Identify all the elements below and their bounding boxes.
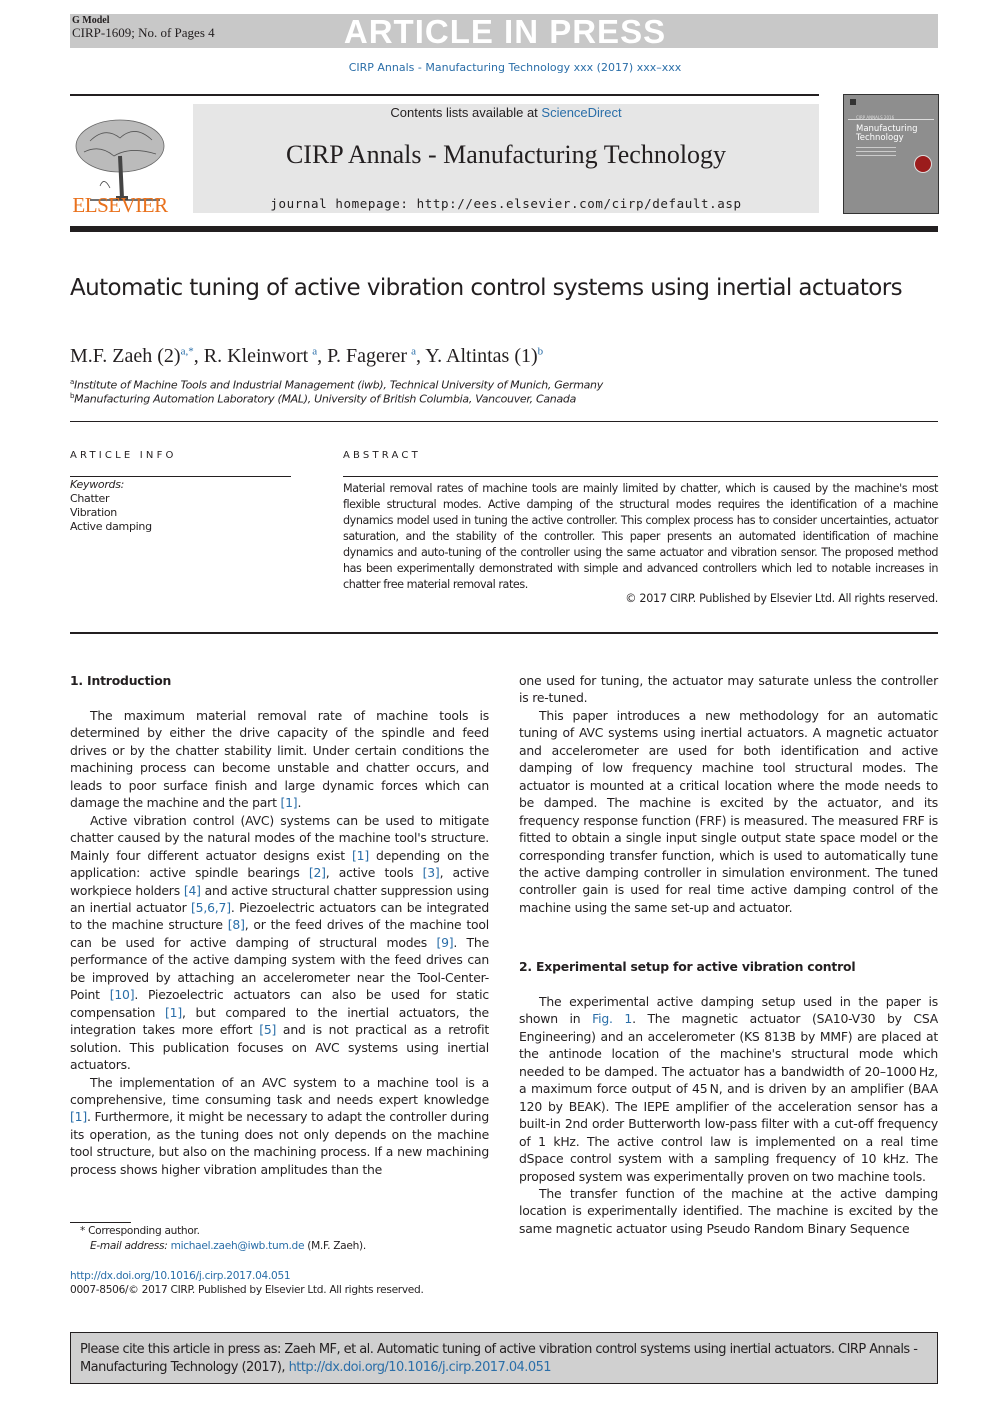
journal-cover-thumbnail[interactable]: CIRP ANNALS 2016 Manufacturing Technology xyxy=(843,94,939,214)
divider xyxy=(70,632,938,634)
text-run: . xyxy=(297,795,302,811)
affiliation: aInstitute of Machine Tools and Industri… xyxy=(70,378,603,392)
divider xyxy=(343,476,938,477)
body-column-left: The maximum material removal rate of mac… xyxy=(70,707,489,1178)
citation-link[interactable]: [5] xyxy=(259,1022,276,1037)
email-note: E-mail address: michael.zaeh@iwb.tum.de … xyxy=(90,1240,366,1252)
homepage-url-link[interactable]: http://ees.elsevier.com/cirp/default.asp xyxy=(417,196,742,211)
text-run: . The magnetic actuator (SA10-V30 by CSA… xyxy=(519,1011,939,1184)
running-head: CIRP Annals - Manufacturing Technology x… xyxy=(348,61,682,74)
section-heading-experimental-setup: 2. Experimental setup for active vibrati… xyxy=(519,959,856,974)
author-separator: , xyxy=(317,345,328,367)
paragraph: Active vibration control (AVC) systems c… xyxy=(70,812,489,1074)
journal-homepage-line: journal homepage: http://ees.elsevier.co… xyxy=(193,196,819,211)
article-info-heading: ARTICLE INFO xyxy=(70,450,177,461)
cover-title: Manufacturing Technology xyxy=(856,125,918,143)
header-bottom-rule xyxy=(70,226,938,232)
author-separator: , xyxy=(193,345,204,367)
doi-link[interactable]: http://dx.doi.org/10.1016/j.cirp.2017.04… xyxy=(70,1270,291,1282)
keyword: Chatter xyxy=(70,492,110,505)
author-list: M.F. Zaeh (2)a,*, R. Kleinwort a, P. Fag… xyxy=(70,345,543,368)
abstract-heading: ABSTRACT xyxy=(343,450,421,461)
affiliation-text: Manufacturing Automation Laboratory (MAL… xyxy=(74,392,577,406)
paragraph: The experimental active damping setup us… xyxy=(519,993,938,1185)
abstract-text: Material removal rates of machine tools … xyxy=(343,482,938,591)
paragraph: The implementation of an AVC system to a… xyxy=(70,1074,489,1179)
citation-link[interactable]: [4] xyxy=(184,883,201,898)
cite-doi-link[interactable]: http://dx.doi.org/10.1016/j.cirp.2017.04… xyxy=(289,1360,552,1375)
keyword: Vibration xyxy=(70,506,117,519)
paragraph-continuation: one used for tuning, the actuator may sa… xyxy=(519,673,938,706)
citation-link[interactable]: [1] xyxy=(352,848,369,863)
article-title: Automatic tuning of active vibration con… xyxy=(70,275,903,301)
keywords-label: Keywords: xyxy=(70,478,125,491)
citation-link[interactable]: [2] xyxy=(309,865,326,880)
abstract-copyright: © 2017 CIRP. Published by Elsevier Ltd. … xyxy=(625,592,938,605)
elsevier-wordmark: ELSEVIER xyxy=(72,193,168,217)
text-run: , active tools xyxy=(325,865,423,881)
email-label: E-mail address: xyxy=(90,1240,171,1252)
paragraph: The transfer function of the machine at … xyxy=(519,1185,938,1236)
corresponding-author-note: * Corresponding author. xyxy=(80,1225,200,1237)
cover-title-line2: Technology xyxy=(856,133,904,143)
author: P. Fagerer xyxy=(327,345,408,367)
cover-publisher-icon xyxy=(850,99,856,105)
contents-available-line: Contents lists available at ScienceDirec… xyxy=(193,105,819,120)
citation-link[interactable]: [1] xyxy=(165,1005,182,1020)
article-in-press-text: ARTICLE IN PRESS xyxy=(343,13,667,50)
figure-link[interactable]: Fig. 1 xyxy=(592,1011,632,1026)
section-heading-introduction: 1. Introduction xyxy=(70,673,172,688)
author-affil-mark[interactable]: a,* xyxy=(181,345,194,357)
affiliation-text: Institute of Machine Tools and Industria… xyxy=(74,378,603,392)
divider xyxy=(70,476,291,477)
author-affil-mark[interactable]: b xyxy=(538,345,544,357)
cover-series: CIRP ANNALS 2016 xyxy=(856,115,895,120)
author: Y. Altintas (1) xyxy=(425,345,538,367)
email-suffix: (M.F. Zaeh). xyxy=(304,1240,366,1252)
paragraph: The maximum material removal rate of mac… xyxy=(70,707,489,812)
affiliation: bManufacturing Automation Laboratory (MA… xyxy=(70,392,576,406)
body-column-right: one used for tuning, the actuator may sa… xyxy=(519,672,938,916)
header-top-rule xyxy=(70,94,819,96)
divider xyxy=(70,421,938,422)
cover-text-line xyxy=(856,155,896,156)
journal-name: CIRP Annals - Manufacturing Technology xyxy=(285,140,727,169)
citation-link[interactable]: [1] xyxy=(280,795,297,810)
cover-text-line xyxy=(856,147,896,148)
citation-link[interactable]: [10] xyxy=(110,987,135,1002)
keyword: Active damping xyxy=(70,520,152,533)
contents-prefix: Contents lists available at xyxy=(390,105,542,120)
cover-text-line xyxy=(856,151,896,152)
text-run: The implementation of an AVC system to a… xyxy=(70,1074,489,1107)
paragraph: This paper introduces a new methodology … xyxy=(519,707,938,915)
author-separator: , xyxy=(415,345,426,367)
citation-link[interactable]: [3] xyxy=(423,865,440,880)
issn-copyright: 0007-8506/© 2017 CIRP. Published by Else… xyxy=(70,1284,424,1296)
footnote-rule xyxy=(70,1222,131,1223)
author: M.F. Zaeh (2) xyxy=(70,345,181,367)
text-run: . Furthermore, it might be necessary to … xyxy=(70,1109,489,1177)
email-link[interactable]: michael.zaeh@iwb.tum.de xyxy=(171,1240,305,1252)
body-column-right-section2: The experimental active damping setup us… xyxy=(519,993,938,1237)
homepage-label: journal homepage: xyxy=(270,196,417,211)
citation-link[interactable]: [9] xyxy=(436,935,453,950)
citation-link[interactable]: [5,6,7] xyxy=(191,900,231,915)
keywords-block: Keywords: Chatter Vibration Active dampi… xyxy=(70,478,152,534)
cite-text: Please cite this article in press as: Za… xyxy=(80,1341,936,1377)
cirp-badge-icon xyxy=(914,155,932,173)
sciencedirect-link[interactable]: ScienceDirect xyxy=(541,105,621,120)
author: R. Kleinwort xyxy=(203,345,309,367)
citation-link[interactable]: [1] xyxy=(70,1109,87,1124)
citation-link[interactable]: [8] xyxy=(228,917,245,932)
